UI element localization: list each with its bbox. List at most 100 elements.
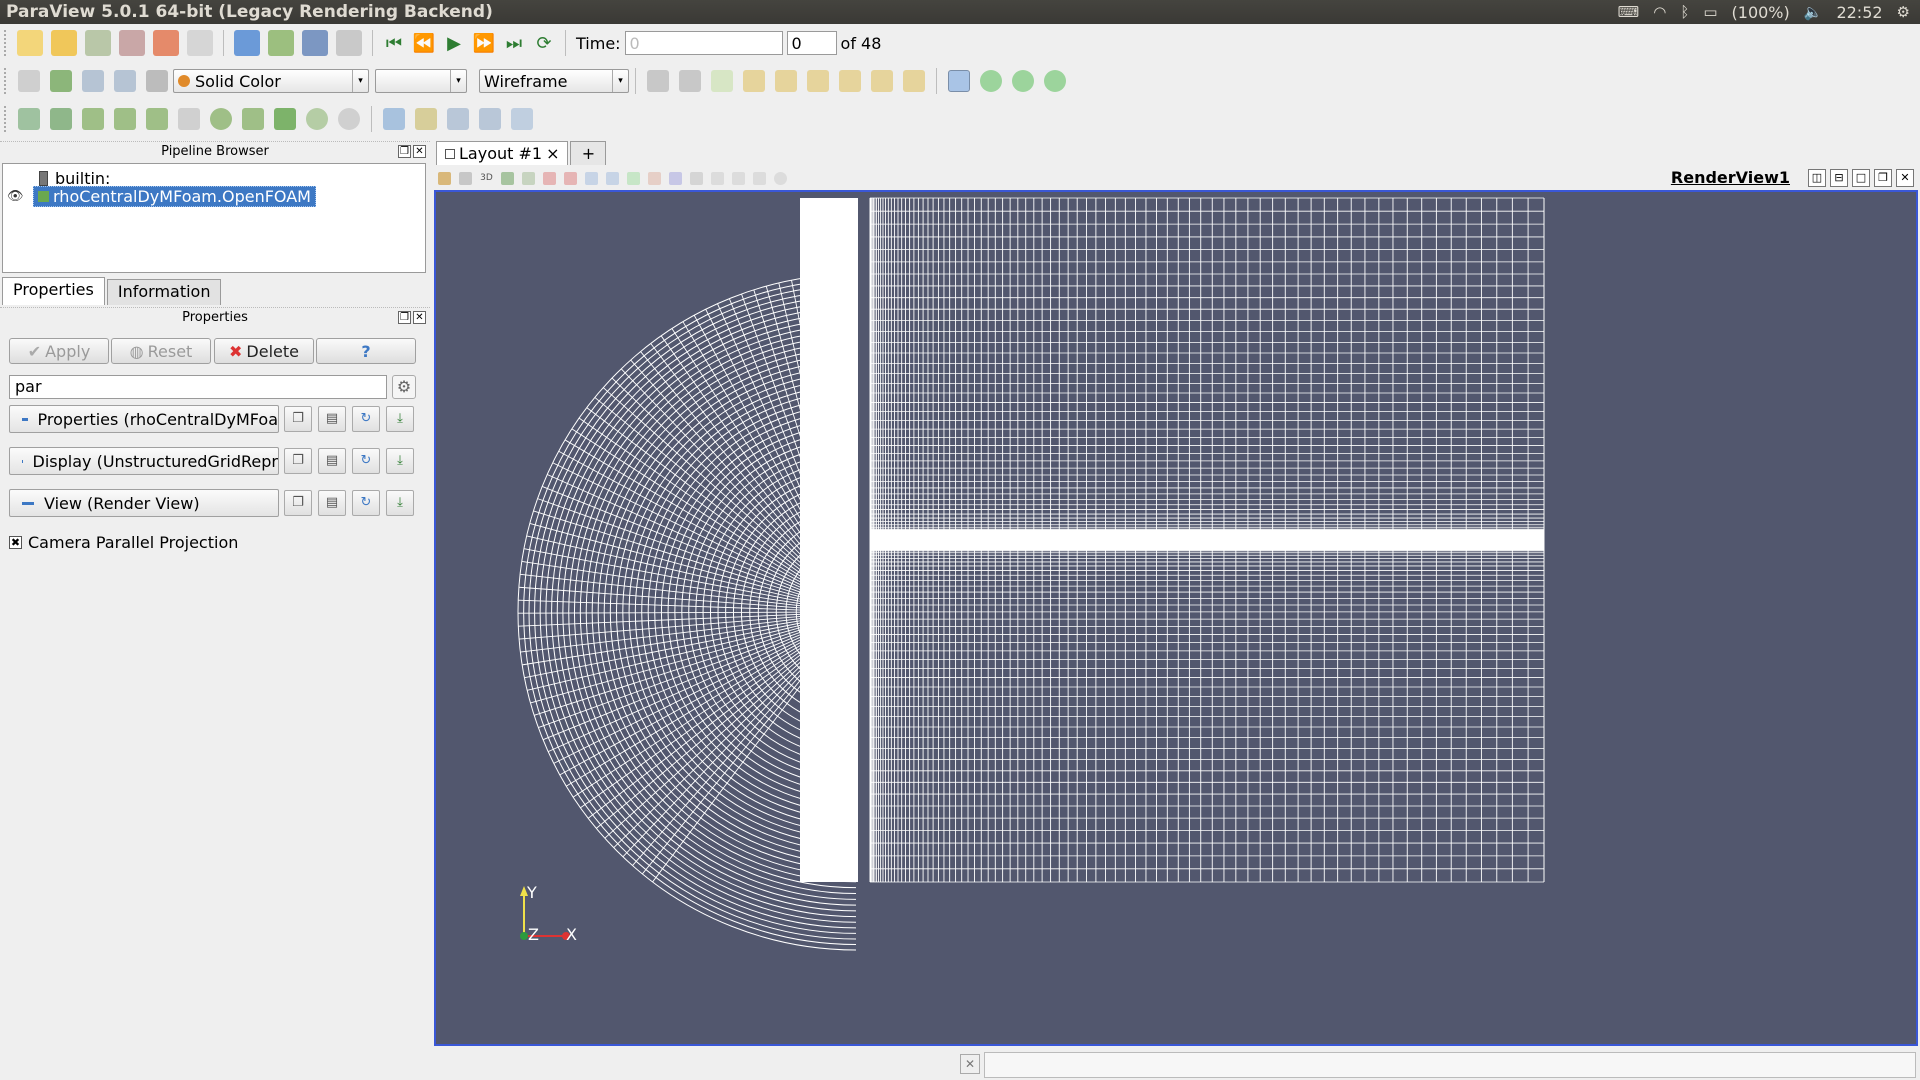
checkbox-box[interactable]: ✖	[9, 536, 22, 549]
wifi-icon[interactable]: ◠	[1653, 3, 1666, 21]
help-icon[interactable]	[234, 30, 260, 56]
last-frame-icon[interactable]: ⏭	[499, 33, 529, 54]
battery-icon[interactable]: ▭	[1703, 3, 1717, 21]
split-horizontal-icon[interactable]: ◫	[1808, 169, 1826, 187]
view-minus-y-icon[interactable]	[839, 70, 861, 92]
zoom-to-box-icon[interactable]	[711, 70, 733, 92]
extract-level-icon[interactable]	[338, 108, 360, 130]
clock[interactable]: 22:52	[1836, 3, 1882, 22]
tab-layout-1[interactable]: Layout #1 ×	[436, 141, 569, 165]
apply-button[interactable]: ✔ Apply	[9, 338, 109, 364]
copy-icon[interactable]: ❐	[284, 490, 312, 516]
mesh-wireframe[interactable]: Y Z X	[436, 192, 1916, 1044]
select-frustum-icon[interactable]	[447, 108, 469, 130]
auto-apply-icon[interactable]	[336, 30, 362, 56]
settings-gear-icon[interactable]: ⚙	[1897, 3, 1910, 21]
reset-rotation-icon[interactable]	[1044, 70, 1066, 92]
warp-vector-icon[interactable]	[274, 108, 296, 130]
toolbar-grip[interactable]	[4, 106, 7, 132]
toolbar-grip[interactable]	[4, 68, 7, 94]
bluetooth-icon[interactable]: ᛒ	[1680, 3, 1689, 21]
select-points-on-icon[interactable]	[543, 171, 556, 185]
view-minus-z-icon[interactable]	[903, 70, 925, 92]
toolbar-grip[interactable]	[4, 30, 7, 56]
zoom-to-data-icon[interactable]	[679, 70, 701, 92]
representation-select[interactable]: Wireframe ▾	[479, 69, 629, 93]
time-input[interactable]: 0	[624, 31, 783, 55]
restore-icon[interactable]: ❐	[1874, 169, 1892, 187]
toggle-color-legend-icon[interactable]	[18, 70, 40, 92]
interaction-mode-icon[interactable]	[948, 70, 970, 92]
clip-filter-icon[interactable]	[82, 108, 104, 130]
save-default-icon[interactable]: ⤓	[386, 406, 414, 432]
pipeline-item-selected[interactable]: rhoCentralDyMFoam.OpenFOAM	[33, 185, 316, 207]
rescale-range-icon[interactable]	[82, 70, 104, 92]
disconnect-icon[interactable]	[302, 30, 328, 56]
maximize-icon[interactable]: □	[1852, 169, 1870, 187]
paste-icon[interactable]: ▤	[318, 490, 346, 516]
copy-icon[interactable]: ❐	[284, 448, 312, 474]
paste-icon[interactable]: ▤	[318, 448, 346, 474]
slice-filter-icon[interactable]	[114, 108, 136, 130]
capture-screenshot-icon[interactable]	[438, 171, 451, 185]
color-by-select[interactable]: Solid Color ▾	[173, 69, 369, 93]
close-progress-icon[interactable]: ✕	[960, 1054, 980, 1074]
section-properties[interactable]: Properties (rhoCentralDyMFoa	[9, 405, 279, 433]
render-view[interactable]: Y Z X	[434, 190, 1918, 1046]
hover-points-icon[interactable]	[669, 171, 682, 185]
rescale-visible-icon[interactable]	[146, 70, 168, 92]
reset-button[interactable]: ◍ Reset	[111, 338, 211, 364]
next-frame-icon[interactable]: ⏩	[469, 33, 499, 54]
glyph-filter-icon[interactable]	[210, 108, 232, 130]
reset-camera-icon[interactable]	[647, 70, 669, 92]
advanced-gear-icon[interactable]: ⚙	[392, 375, 416, 399]
calculator-filter-icon[interactable]	[18, 108, 40, 130]
save-default-icon[interactable]: ⤓	[386, 448, 414, 474]
close-dock-icon[interactable]: ✕	[413, 311, 426, 324]
clear-selection-icon[interactable]	[732, 171, 745, 185]
toggle-3d-button[interactable]: 3D	[480, 172, 493, 185]
clear-selection-icon[interactable]	[511, 108, 533, 130]
tab-information[interactable]: Information	[106, 279, 222, 305]
open-recent-icon[interactable]	[51, 30, 77, 56]
eye-visibility-icon[interactable]: 👁	[7, 189, 33, 204]
view-minus-x-icon[interactable]	[775, 70, 797, 92]
select-cells-on-icon[interactable]	[522, 171, 535, 185]
timestep-spinbox[interactable]: 0	[786, 31, 837, 55]
float-dock-icon[interactable]: ❐	[398, 145, 411, 158]
paste-icon[interactable]: ▤	[318, 406, 346, 432]
copy-icon[interactable]: ❐	[284, 406, 312, 432]
restore-default-icon[interactable]: ↻	[352, 490, 380, 516]
redo-icon[interactable]	[187, 30, 213, 56]
select-block-icon[interactable]	[627, 171, 640, 185]
open-file-icon[interactable]	[17, 30, 43, 56]
contour-filter-icon[interactable]	[50, 108, 72, 130]
property-search-input[interactable]: par	[9, 375, 387, 399]
tab-properties[interactable]: Properties	[2, 277, 105, 305]
select-cells-icon[interactable]	[383, 108, 405, 130]
pipeline-browser[interactable]: builtin: 👁 rhoCentralDyMFoam.OpenFOAM	[2, 163, 426, 273]
view-plus-z-icon[interactable]	[871, 70, 893, 92]
first-frame-icon[interactable]: ⏮	[379, 33, 409, 54]
save-data-icon[interactable]	[85, 30, 111, 56]
section-view[interactable]: View (Render View)	[9, 489, 279, 517]
select-points-through-icon[interactable]	[585, 171, 598, 185]
extract-subset-icon[interactable]	[178, 108, 200, 130]
delete-button[interactable]: ✖ Delete	[214, 338, 314, 364]
restore-default-icon[interactable]: ↻	[352, 406, 380, 432]
group-datasets-icon[interactable]	[306, 108, 328, 130]
select-polygon-icon[interactable]	[606, 171, 619, 185]
split-vertical-icon[interactable]: ⊟	[1830, 169, 1848, 187]
close-dock-icon[interactable]: ✕	[413, 145, 426, 158]
stream-tracer-icon[interactable]	[242, 108, 264, 130]
camera-parallel-projection-checkbox[interactable]: ✖ Camera Parallel Projection	[9, 533, 238, 552]
toggle-orientation-icon[interactable]	[459, 171, 472, 185]
pipeline-item-openfoam[interactable]: 👁 rhoCentralDyMFoam.OpenFOAM	[7, 185, 316, 207]
grow-selection-icon[interactable]	[690, 171, 703, 185]
select-points-icon[interactable]	[415, 108, 437, 130]
rotate-90-cw-icon[interactable]	[980, 70, 1002, 92]
connect-icon[interactable]	[268, 30, 294, 56]
close-tab-icon[interactable]: ×	[546, 144, 559, 163]
add-layout-button[interactable]: +	[570, 141, 607, 165]
loop-icon[interactable]: ⟳	[529, 33, 559, 54]
